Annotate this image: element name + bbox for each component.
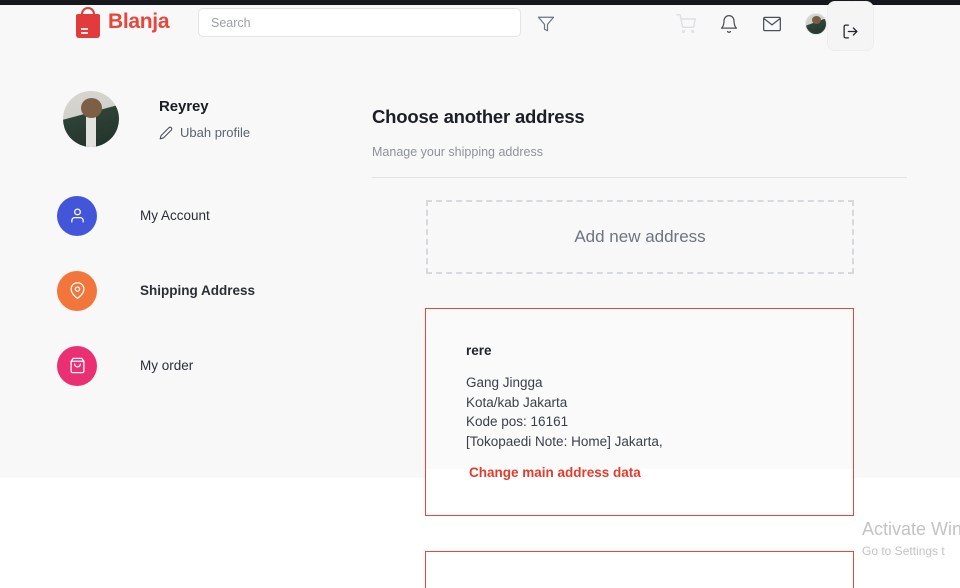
profile-name: Reyrey [159, 98, 209, 115]
profile-avatar[interactable] [63, 91, 119, 147]
bell-icon[interactable] [719, 14, 739, 34]
header-icon-group [676, 13, 827, 35]
search-input[interactable] [198, 8, 521, 37]
page-root: Blanja logout [0, 0, 960, 588]
address-card-secondary[interactable] [425, 551, 854, 588]
windows-activation-watermark: Activate Win Go to Settings t [862, 519, 960, 558]
sidebar-item-my-order[interactable]: My order [57, 328, 337, 403]
address-line-3: Kode pos: 16161 [466, 414, 569, 429]
map-pin-icon [57, 270, 97, 311]
logout-icon [843, 23, 858, 39]
add-new-address-label: Add new address [574, 227, 706, 246]
sidebar-nav: My Account Shipping Address My order [57, 178, 337, 403]
main-panel: Choose another address Manage your shipp… [372, 53, 960, 588]
logout-button[interactable] [827, 1, 874, 51]
pencil-icon [159, 126, 173, 139]
divider [372, 177, 907, 178]
edit-profile-link[interactable]: Ubah profile [159, 125, 250, 140]
user-icon [57, 195, 97, 236]
filter-funnel-icon[interactable] [537, 15, 555, 33]
shopping-bag-icon [76, 6, 100, 38]
page-title: Choose another address [372, 106, 585, 127]
avatar[interactable] [805, 13, 827, 35]
brand-logo[interactable]: Blanja [76, 6, 170, 38]
watermark-subtitle: Go to Settings t [862, 544, 945, 558]
watermark-title: Activate Win [862, 519, 960, 539]
address-line-2: Kota/kab Jakarta [466, 394, 568, 410]
profile-summary: Reyrey Ubah profile [63, 91, 250, 147]
cart-icon[interactable] [676, 14, 696, 34]
sidebar-item-label: Shipping Address [140, 283, 256, 298]
sidebar-item-my-account[interactable]: My Account [57, 178, 337, 253]
sidebar-item-label: My order [140, 358, 194, 373]
address-line-4: [Tokopaedi Note: Home] Jakarta, [466, 433, 663, 449]
page-subtitle: Manage your shipping address [372, 145, 543, 159]
site-header: Blanja logout [0, 0, 960, 53]
bag-icon [57, 345, 97, 386]
address-card[interactable]: rere Gang Jingga Kota/kab Jakarta Kode p… [425, 308, 854, 516]
address-name: rere [466, 343, 492, 358]
mail-icon[interactable] [762, 14, 782, 34]
add-new-address-button[interactable]: Add new address [426, 200, 854, 274]
address-line-1: Gang Jingga [466, 375, 543, 390]
edit-profile-label: Ubah profile [180, 125, 251, 140]
sidebar-item-label: My Account [140, 208, 210, 223]
brand-name: Blanja [108, 10, 170, 33]
sidebar-item-shipping-address[interactable]: Shipping Address [57, 253, 337, 328]
